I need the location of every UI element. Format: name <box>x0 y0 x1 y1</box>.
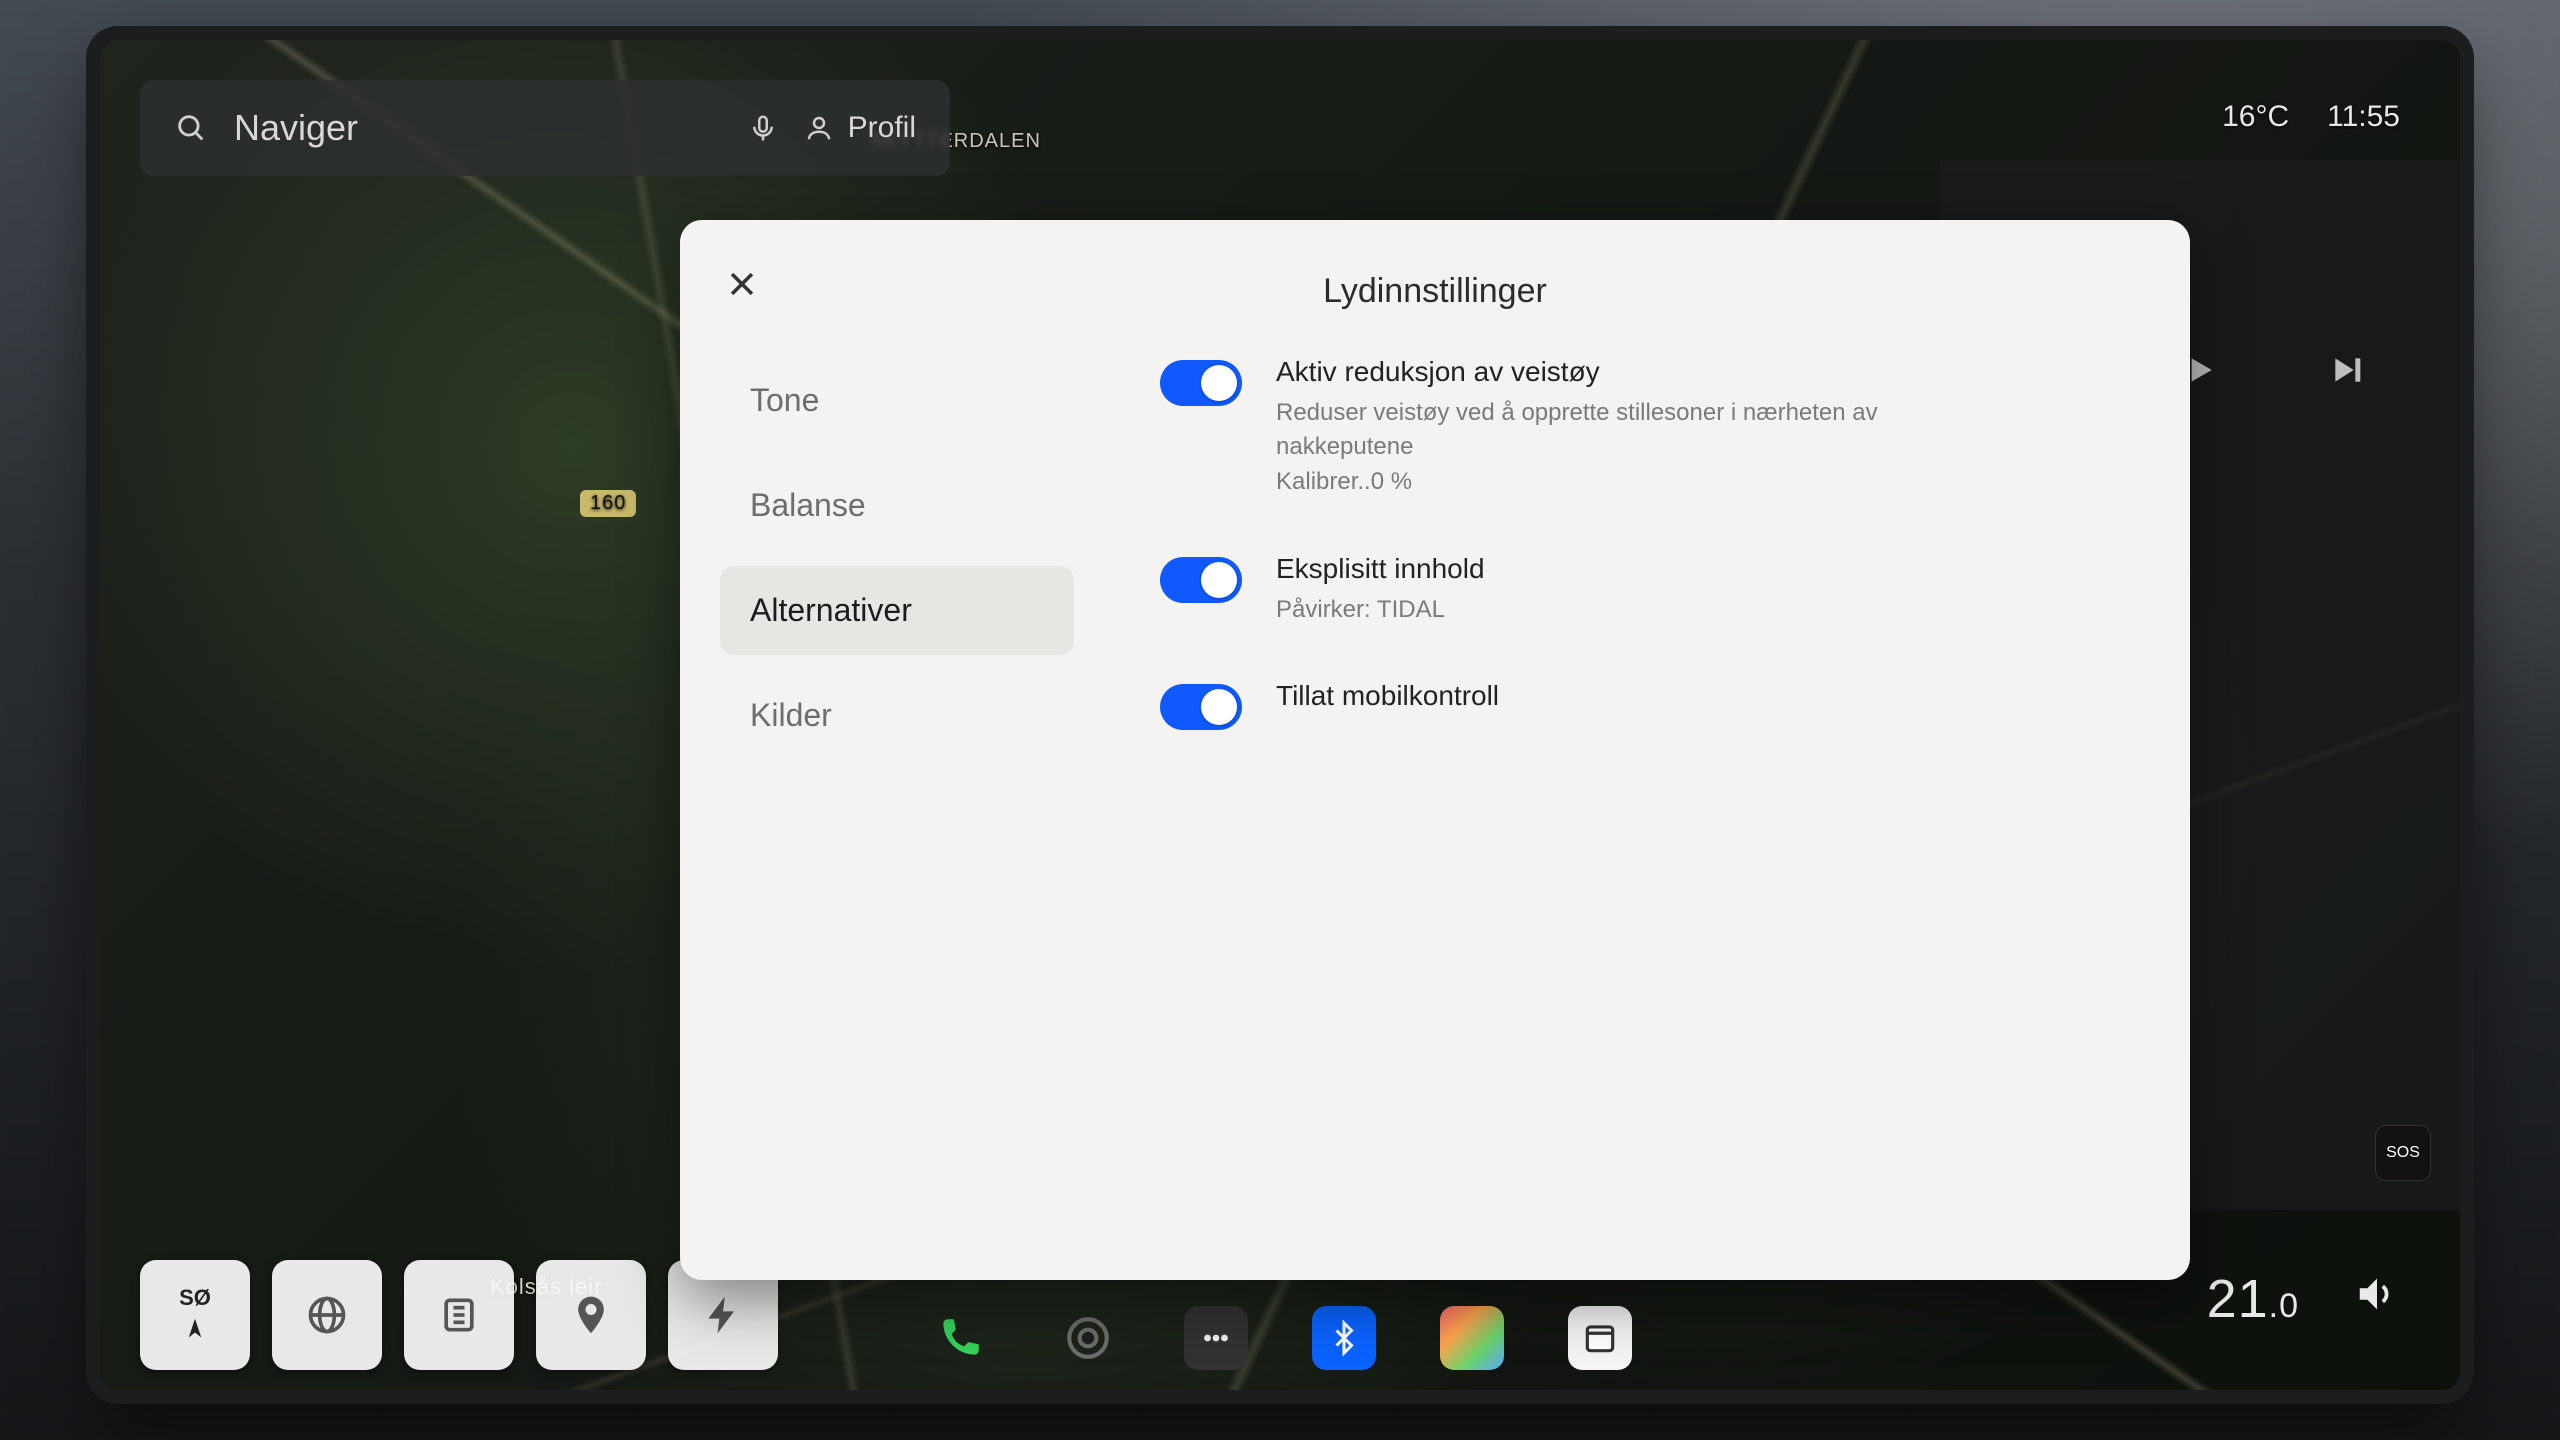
globe-button[interactable] <box>272 1260 382 1370</box>
clock: 11:55 <box>2327 100 2400 134</box>
setting-road-noise-status: Kalibrer..0 % <box>1276 465 1916 499</box>
settings-content: Aktiv reduksjon av veistøy Reduser veist… <box>1100 356 2190 1280</box>
mic-icon[interactable] <box>748 113 778 143</box>
profile-label: Profil <box>848 111 916 145</box>
nav-kilder[interactable]: Kilder <box>720 671 1074 760</box>
navigate-search[interactable]: Naviger Profil <box>140 80 950 176</box>
navigate-label: Naviger <box>234 107 358 149</box>
nav-alternativer[interactable]: Alternativer <box>720 566 1074 655</box>
calendar-app-icon[interactable] <box>1568 1306 1632 1370</box>
compass-button[interactable]: SØ <box>140 1260 250 1370</box>
setting-explicit: Eksplisitt innhold Påvirker: TIDAL <box>1160 553 2130 627</box>
outside-temp: 16°C <box>2222 100 2289 134</box>
nav-balanse[interactable]: Balanse <box>720 461 1074 550</box>
setting-road-noise-title: Aktiv reduksjon av veistøy <box>1276 356 1916 388</box>
color-app-icon[interactable] <box>1440 1306 1504 1370</box>
close-button[interactable] <box>718 260 766 308</box>
setting-explicit-desc: Påvirker: TIDAL <box>1276 593 1485 627</box>
audio-settings-modal: Lydinnstillinger Tone Balanse Alternativ… <box>680 220 2190 1280</box>
camera-icon[interactable] <box>1056 1306 1120 1370</box>
apps-icon[interactable] <box>1184 1306 1248 1370</box>
setting-mobile-title: Tillat mobilkontroll <box>1276 680 1499 712</box>
setting-explicit-title: Eksplisitt innhold <box>1276 553 1485 585</box>
bluetooth-icon[interactable] <box>1312 1306 1376 1370</box>
toggle-road-noise[interactable] <box>1160 360 1242 406</box>
compass-text-1: SØ <box>179 1285 211 1311</box>
layers-button[interactable] <box>404 1260 514 1370</box>
phone-icon[interactable] <box>928 1306 992 1370</box>
setting-mobile: Tillat mobilkontroll <box>1160 680 2130 730</box>
search-icon <box>174 111 208 145</box>
sos-button[interactable]: SOS <box>2376 1126 2430 1180</box>
toggle-mobile[interactable] <box>1160 684 1242 730</box>
modal-title: Lydinnstillinger <box>680 220 2190 311</box>
toggle-explicit[interactable] <box>1160 557 1242 603</box>
pin-button[interactable] <box>536 1260 646 1370</box>
settings-side-nav: Tone Balanse Alternativer Kilder <box>680 356 1100 1280</box>
nav-tone[interactable]: Tone <box>720 356 1074 445</box>
map-route-badge: 160 <box>580 490 636 517</box>
media-next-icon[interactable] <box>2327 350 2367 395</box>
setting-road-noise: Aktiv reduksjon av veistøy Reduser veist… <box>1160 356 2130 499</box>
setting-road-noise-desc: Reduser veistøy ved å opprette stilleson… <box>1276 396 1916 463</box>
profile-button[interactable]: Profil <box>804 111 916 145</box>
